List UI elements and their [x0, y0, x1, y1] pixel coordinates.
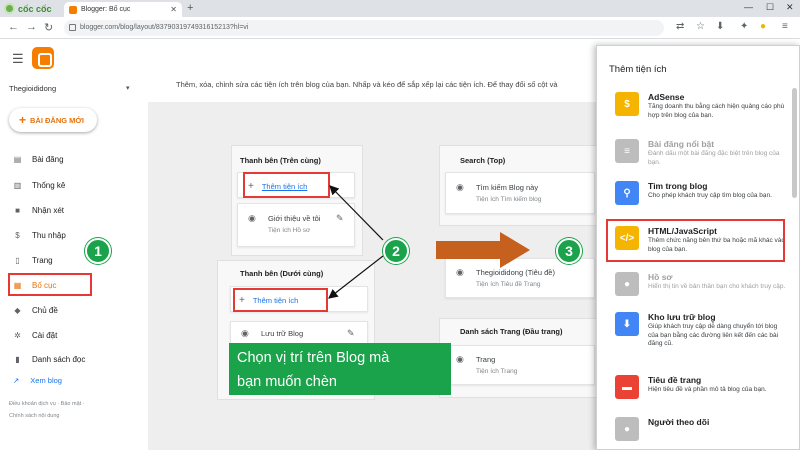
gadget-option-name: AdSense — [648, 92, 685, 102]
gadget-option-desc: Hiện tiêu đề và phần mô tả blog của bạn. — [648, 386, 767, 393]
big-right-arrow — [436, 232, 530, 268]
step-2-badge: 2 — [383, 238, 409, 264]
gadget-option-name: Kho lưu trữ blog — [648, 312, 716, 322]
instruction-banner: Chọn vị trí trên Blog mà bạn muốn chèn — [229, 343, 451, 395]
followers-icon: ● — [615, 417, 639, 441]
arrow-to-bottom-add — [328, 255, 384, 299]
gadget-option-desc: Hiển thị tin về bản thân bạn cho khách t… — [648, 283, 786, 290]
featured-post-icon: ≡ — [615, 139, 639, 163]
gadget-option-desc: Đánh dấu một bài đăng đặc biệt trên blog… — [648, 150, 780, 166]
step-1-badge: 1 — [85, 238, 111, 264]
gadget-option-name: Tìm trong blog — [648, 181, 708, 191]
profile-person-icon: ● — [615, 272, 639, 296]
banner-line-1: Chọn vị trí trên Blog mà — [237, 350, 390, 366]
banner-line-2: bạn muốn chèn — [237, 374, 337, 390]
panel-scrollbar[interactable] — [792, 88, 797, 198]
gadget-option-desc: Cho phép khách truy cập tìm blog của bạn… — [648, 192, 772, 199]
gadget-option-name: Người theo dõi — [648, 417, 710, 427]
gadget-option-desc: Tăng doanh thu bằng cách hiện quảng cáo … — [648, 103, 785, 119]
archive-box-icon: ⬇ — [615, 312, 639, 336]
page-header-icon: ▬ — [615, 375, 639, 399]
step-3-badge: 3 — [556, 238, 582, 264]
gadget-option-name: Tiêu đề trang — [648, 375, 702, 385]
arrow-to-top-add — [329, 185, 384, 241]
html-javascript-highlight-box — [606, 219, 785, 262]
search-icon: ⚲ — [615, 181, 639, 205]
gadget-option-desc: Giúp khách truy cập dễ dàng chuyển tới b… — [648, 323, 779, 347]
adsense-icon: $ — [615, 92, 639, 116]
gadget-option-name: Bài đăng nổi bật — [648, 139, 715, 149]
panel-title: Thêm tiện ích — [609, 64, 667, 75]
gadget-option-name: Hồ sơ — [648, 272, 673, 282]
